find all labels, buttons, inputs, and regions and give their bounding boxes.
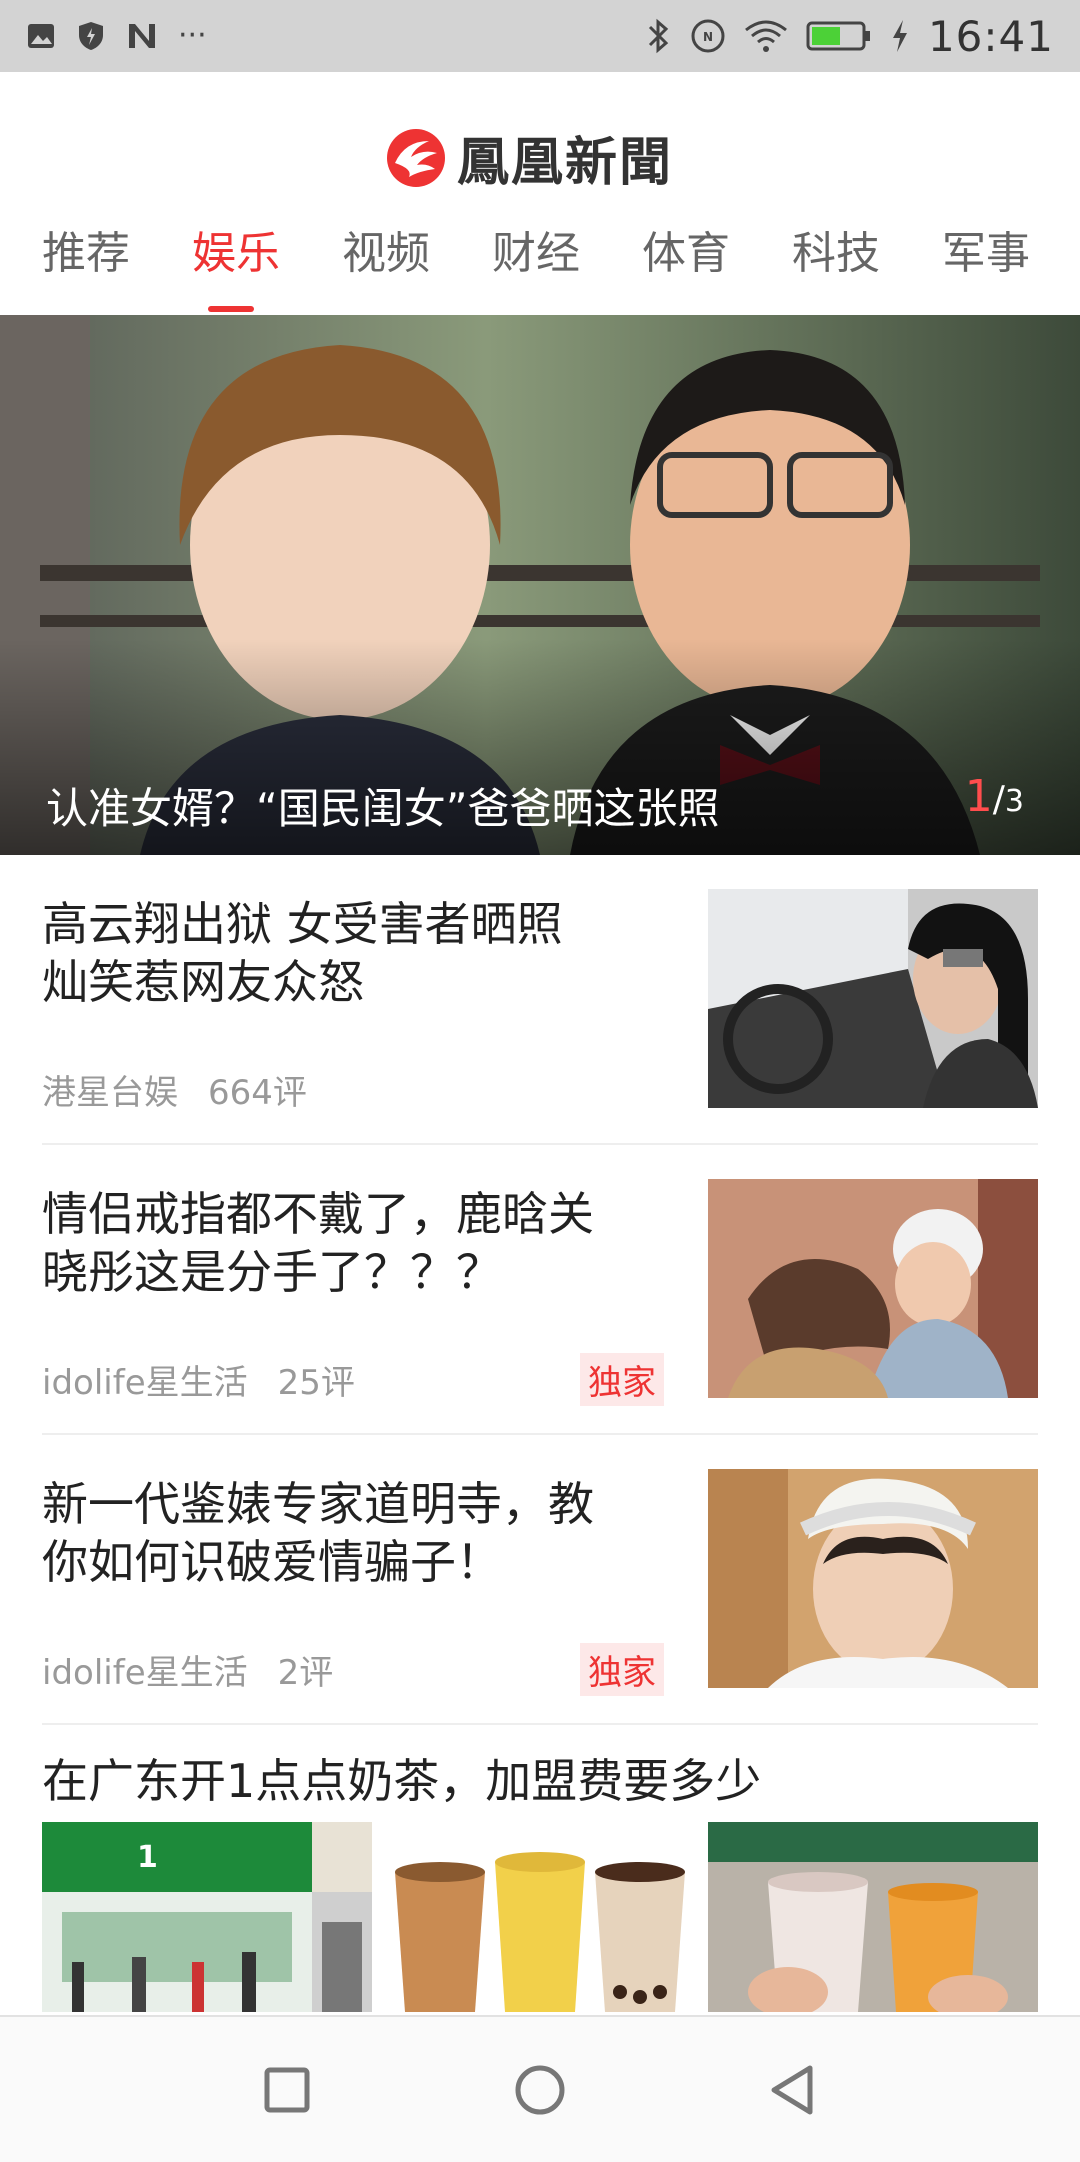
svg-text:N: N: [703, 30, 713, 44]
article-thumbnail[interactable]: 1: [42, 1822, 372, 2012]
thumbnail-image: [708, 889, 1038, 1108]
article-source: idolife星生活: [42, 1363, 248, 1403]
hero-page-indicator: 1/3: [965, 771, 1024, 822]
list-item[interactable]: 情侣戒指都不戴了，鹿晗关 晓彤这是分手了？？？ idolife星生活 25评 独家: [0, 1175, 1080, 1435]
article-comments: 25评: [277, 1363, 355, 1403]
article-thumbnail[interactable]: [708, 1822, 1038, 2012]
article-thumbnail: [708, 889, 1038, 1108]
hero-caption: 认准女婿？“国民闺女”爸爸晒这张照: [46, 784, 720, 833]
thumbnail-image: 1: [42, 1822, 372, 2012]
article-thumbnail: [708, 1179, 1038, 1398]
tab-recommend[interactable]: 推荐: [42, 222, 130, 302]
exclusive-badge: 独家: [580, 1353, 664, 1406]
article-title-line: 新一代鉴婊专家道明寺，教: [42, 1477, 594, 1531]
recents-square-icon[interactable]: [252, 2055, 322, 2125]
article-title-line: 高云翔出狱 女受害者晒照: [42, 897, 563, 951]
tab-video[interactable]: 视频: [342, 222, 430, 302]
article-title: 情侣戒指都不戴了，鹿晗关 晓彤这是分手了？？？: [42, 1185, 672, 1301]
status-bar: ··· N 16:41: [0, 0, 1080, 72]
list-item[interactable]: 高云翔出狱 女受害者晒照 灿笑惹网友众怒 港星台娱 664评: [0, 885, 1080, 1145]
phoenix-logo-icon: [387, 128, 445, 187]
article-meta: 港星台娱 664评: [42, 1065, 307, 1114]
tab-military[interactable]: 军事: [942, 222, 1030, 302]
n-app-icon: [129, 23, 155, 48]
article-comments: 2评: [277, 1653, 334, 1693]
article-title-line: 晓彤这是分手了？？？: [42, 1245, 502, 1299]
article-source: 港星台娱: [42, 1073, 178, 1113]
multi-image-article-title[interactable]: 在广东开1点点奶茶，加盟费要多少: [42, 1745, 761, 1811]
app-logo: 鳳凰新聞: [385, 120, 673, 195]
hero-index-total: 3: [1004, 784, 1024, 819]
hero-image: [0, 315, 1080, 855]
nfc-icon: N: [691, 19, 725, 53]
category-tabs: 推荐 娱乐 视频 财经 体育 科技 军事: [0, 222, 1080, 302]
wifi-icon: [745, 20, 787, 52]
article-title: 高云翔出狱 女受害者晒照 灿笑惹网友众怒: [42, 895, 672, 1011]
battery-icon: [806, 21, 870, 51]
article-thumbnail[interactable]: [375, 1822, 705, 2012]
list-item[interactable]: 新一代鉴婊专家道明寺，教 你如何识破爱情骗子！ idolife星生活 2评 独家: [0, 1465, 1080, 1725]
article-title: 新一代鉴婊专家道明寺，教 你如何识破爱情骗子！: [42, 1475, 672, 1591]
system-nav-bar: [0, 2015, 1080, 2162]
thumbnail-image: [708, 1469, 1038, 1688]
tab-entertainment[interactable]: 娱乐: [192, 222, 280, 302]
bluetooth-icon: [648, 18, 669, 54]
tab-tech[interactable]: 科技: [792, 222, 880, 302]
article-meta: idolife星生活 25评: [42, 1355, 355, 1404]
divider: [42, 1433, 1038, 1435]
divider: [42, 1723, 1038, 1725]
article-title-line: 灿笑惹网友众怒: [42, 955, 364, 1009]
image-icon: [28, 23, 54, 48]
status-left-icons: ···: [26, 18, 207, 53]
tab-finance[interactable]: 财经: [492, 222, 580, 302]
hero-index-separator: /: [992, 779, 1005, 820]
thumbnail-image: [375, 1822, 705, 2012]
active-tab-indicator: [208, 306, 254, 312]
charging-icon: [892, 20, 907, 52]
back-triangle-icon[interactable]: [758, 2055, 828, 2125]
hero-banner[interactable]: 认准女婿？“国民闺女”爸爸晒这张照 1/3: [0, 315, 1080, 855]
exclusive-badge: 独家: [580, 1643, 664, 1696]
home-circle-icon[interactable]: [505, 2055, 575, 2125]
shield-icon: [79, 21, 103, 50]
article-title-line: 你如何识破爱情骗子！: [42, 1535, 502, 1589]
article-title-line: 情侣戒指都不戴了，鹿晗关: [42, 1187, 594, 1241]
divider: [42, 1143, 1038, 1145]
article-source: idolife星生活: [42, 1653, 248, 1693]
more-dots-icon: ···: [178, 18, 207, 53]
thumbnail-image: [708, 1822, 1038, 2012]
article-thumbnail: [708, 1469, 1038, 1688]
status-right-icons: N 16:41: [646, 10, 1054, 62]
tab-sports[interactable]: 体育: [642, 222, 730, 302]
thumbnail-image: [708, 1179, 1038, 1398]
svg-text:1: 1: [137, 1840, 158, 1875]
article-comments: 664评: [208, 1073, 307, 1113]
logo-text: 鳳凰新聞: [457, 132, 674, 193]
status-time: 16:41: [927, 11, 1054, 61]
article-meta: idolife星生活 2评: [42, 1645, 333, 1694]
hero-index-current: 1: [964, 771, 993, 822]
